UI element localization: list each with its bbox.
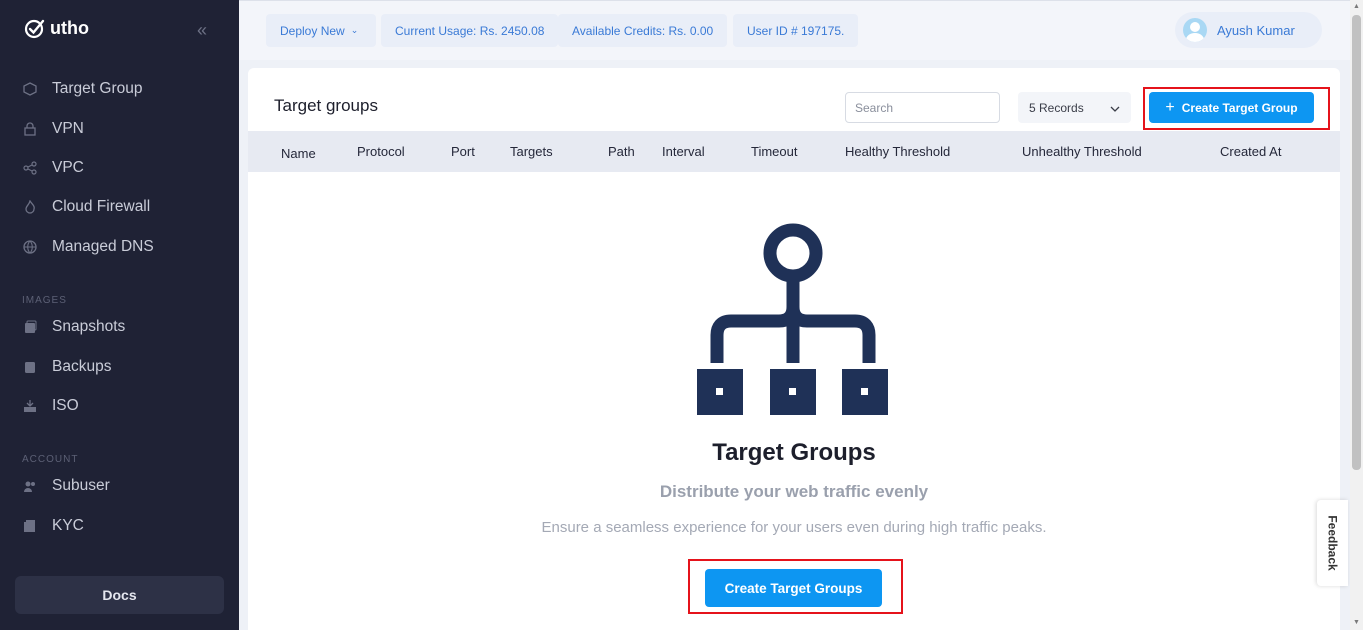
current-usage-label: Current Usage: Rs. 2450.08 [395,23,545,38]
sidebar-item-vpn[interactable]: VPN [22,120,84,138]
utho-logo-icon [24,19,45,39]
backup-icon [22,359,38,375]
column-header[interactable]: Name [281,146,316,161]
sidebar-item-snapshots[interactable]: Snapshots [22,318,125,336]
column-header[interactable]: Interval [662,144,705,159]
sidebar-item-iso[interactable]: ISO [22,397,79,415]
scrollbar[interactable]: ▲ ▼ [1350,0,1363,630]
column-header[interactable]: Port [451,144,475,159]
sidebar: utho « Target Group VPN VPC Cloud Firewa… [0,0,239,630]
sidebar-item-label: ISO [52,397,79,414]
snapshot-icon [22,319,38,335]
chevron-down-icon: ⌄ [350,25,359,35]
flame-icon [22,199,38,215]
scroll-down-icon[interactable]: ▼ [1353,619,1360,626]
user-name: Ayush Kumar [1217,22,1295,38]
table-header: Name Protocol Port Targets Path Interval… [248,131,1340,172]
search-input[interactable] [845,92,1000,123]
sidebar-item-kyc[interactable]: KYC [22,517,84,535]
share-icon [22,160,38,176]
sidebar-item-label: Subuser [52,477,110,494]
sidebar-item-backups[interactable]: Backups [22,358,111,376]
sidebar-item-label: KYC [52,517,84,534]
highlight-box [1143,87,1330,130]
sidebar-item-label: Snapshots [52,318,126,335]
cube-icon [22,81,38,97]
deploy-new-dropdown[interactable]: Deploy New ⌄ [266,14,376,47]
highlight-box [688,559,903,614]
deploy-new-label: Deploy New [280,23,345,38]
collapse-sidebar-icon[interactable]: « [197,20,207,41]
sidebar-item-vpc[interactable]: VPC [22,159,84,177]
sidebar-item-label: Managed DNS [52,238,154,255]
sidebar-item-subuser[interactable]: Subuser [22,477,110,495]
users-icon [22,478,38,494]
sidebar-item-label: Backups [52,358,112,375]
records-label: 5 Records [1029,100,1084,115]
globe-icon [22,239,38,255]
column-header[interactable]: Path [608,144,635,159]
empty-state-title: Target Groups [712,439,876,466]
top-bar: Deploy New ⌄ Current Usage: Rs. 2450.08 … [239,0,1350,60]
target-group-illustration [697,223,888,415]
brand-logo[interactable]: utho [24,17,89,39]
feedback-label: Feedback [1325,515,1340,571]
document-icon [22,518,38,534]
drive-icon [22,398,38,414]
available-credits-chip[interactable]: Available Credits: Rs. 0.00 [558,14,728,47]
chevron-down-icon [1110,101,1120,115]
user-id-chip[interactable]: User ID # 197175. [733,14,859,47]
column-header[interactable]: Targets [510,144,553,159]
column-header[interactable]: Healthy Threshold [845,144,950,159]
brand-name: utho [50,17,89,38]
section-account-heading: ACCOUNT [22,454,79,465]
empty-state-subtitle: Distribute your web traffic evenly [659,482,929,501]
scroll-thumb[interactable] [1352,15,1361,470]
sidebar-item-target-group[interactable]: Target Group [22,80,142,98]
main-card: Target groups 5 Records + Create Target … [248,68,1340,630]
column-header[interactable]: Unhealthy Threshold [1022,144,1142,159]
available-credits-label: Available Credits: Rs. 0.00 [572,23,714,38]
user-id-label: User ID # 197175. [747,23,845,38]
records-per-page-select[interactable]: 5 Records [1018,92,1131,123]
column-header[interactable]: Timeout [751,144,797,159]
avatar [1183,18,1207,42]
column-header[interactable]: Protocol [357,144,405,159]
user-menu[interactable]: Ayush Kumar [1175,12,1322,48]
current-usage-chip[interactable]: Current Usage: Rs. 2450.08 [381,14,559,47]
column-header[interactable]: Created At [1220,144,1281,159]
lock-icon [22,121,38,137]
sidebar-item-label: VPC [52,159,84,176]
page-title: Target groups [274,96,378,115]
section-images-heading: IMAGES [22,295,67,306]
sidebar-item-label: Target Group [52,80,143,97]
sidebar-item-label: Cloud Firewall [52,198,151,215]
scroll-up-icon[interactable]: ▲ [1353,3,1360,10]
docs-button[interactable]: Docs [15,576,224,614]
empty-state-description: Ensure a seamless experience for your us… [541,519,1047,536]
sidebar-item-managed-dns[interactable]: Managed DNS [22,238,154,256]
sidebar-item-cloud-firewall[interactable]: Cloud Firewall [22,198,150,216]
sidebar-item-label: VPN [52,120,84,137]
feedback-tab[interactable]: Feedback [1317,500,1348,586]
